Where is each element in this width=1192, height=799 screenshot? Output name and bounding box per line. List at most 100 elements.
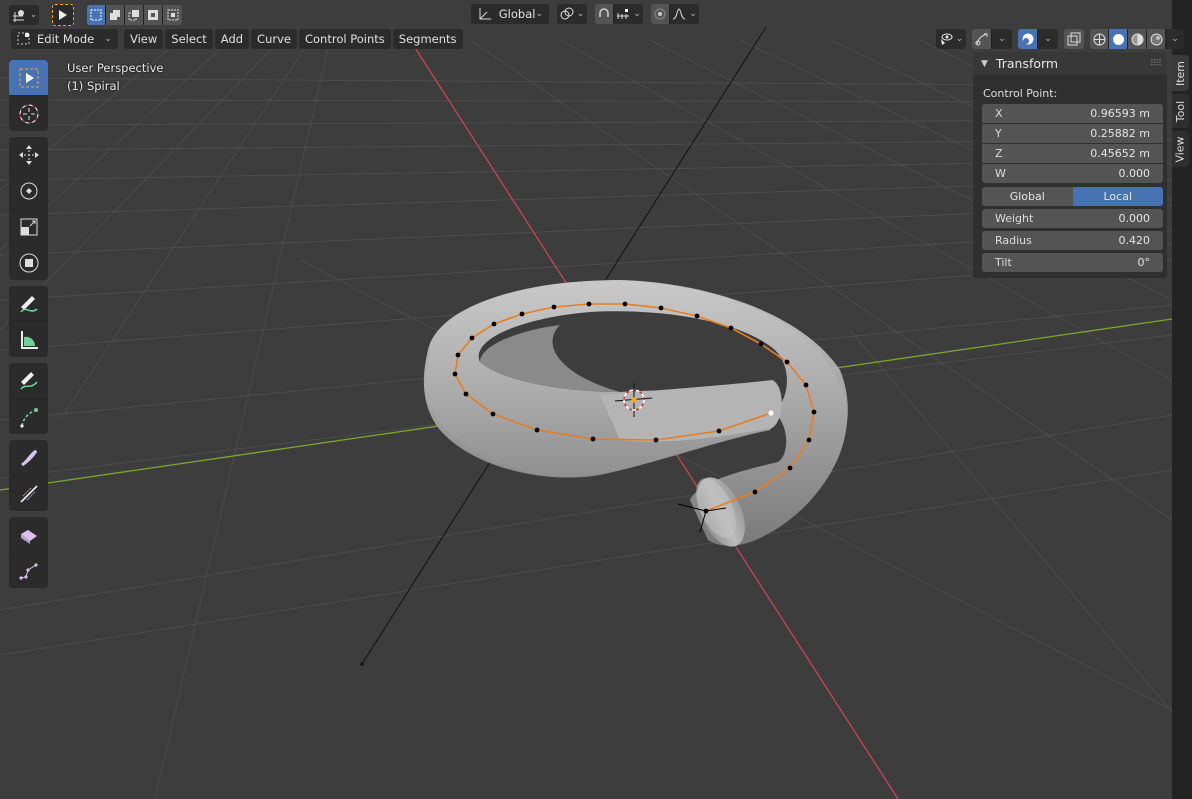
editor-type-button[interactable]: ⌄ xyxy=(9,5,39,25)
field-radius[interactable]: Radius 0.420 xyxy=(982,231,1163,250)
tool-tilt[interactable] xyxy=(9,476,48,511)
tool-rotate[interactable] xyxy=(9,173,48,209)
tool-scale[interactable] xyxy=(9,209,48,245)
field-radius-value: 0.420 xyxy=(1118,234,1151,247)
tab-view[interactable]: View xyxy=(1172,131,1189,167)
shading-material[interactable] xyxy=(1128,29,1147,49)
curve-pen-icon xyxy=(18,562,38,580)
proportional-edit-toggle[interactable] xyxy=(651,4,670,24)
transform-panel-header[interactable]: ▼ Transform ⠿⠿ xyxy=(973,52,1167,75)
tool-draw[interactable] xyxy=(9,363,48,399)
control-point[interactable] xyxy=(622,301,628,307)
drag-grip-icon[interactable]: ⠿⠿ xyxy=(1150,59,1162,69)
field-weight-label: Weight xyxy=(995,212,1034,225)
control-point[interactable] xyxy=(519,311,525,317)
overlays-dropdown[interactable]: ⌄ xyxy=(1038,29,1058,49)
control-point[interactable] xyxy=(787,465,793,471)
pivot-point-dropdown[interactable]: ⌄ xyxy=(557,4,587,24)
select-mode-intersect[interactable] xyxy=(163,5,182,25)
overlays-toggle[interactable] xyxy=(1018,29,1038,49)
transform-orientation-dropdown[interactable]: Global ⌄ xyxy=(471,4,549,24)
shading-dropdown[interactable]: ⌄ xyxy=(1166,29,1184,49)
control-point[interactable] xyxy=(803,382,809,388)
control-point[interactable] xyxy=(758,341,764,347)
shading-wireframe[interactable] xyxy=(1090,29,1109,49)
control-point[interactable] xyxy=(534,427,540,433)
menu-add[interactable]: Add xyxy=(214,29,250,49)
menu-view[interactable]: View xyxy=(124,29,164,49)
selectability-visibility-icon xyxy=(940,33,953,45)
falloff-dropdown[interactable]: ⌄ xyxy=(670,4,699,24)
field-z[interactable]: Z 0.45652 m xyxy=(982,144,1163,163)
select-mode-new[interactable] xyxy=(87,5,106,25)
control-point[interactable] xyxy=(551,304,557,310)
tool-extrude[interactable] xyxy=(9,399,48,434)
tool-move[interactable] xyxy=(9,137,48,173)
cursor-icon xyxy=(19,104,38,123)
tool-annotate[interactable] xyxy=(9,286,48,322)
field-weight[interactable]: Weight 0.000 xyxy=(982,209,1163,228)
field-weight-value: 0.000 xyxy=(1118,212,1151,225)
overlay-group: ⌄ xyxy=(1018,29,1058,49)
view-name-label: User Perspective xyxy=(67,61,164,75)
control-point[interactable] xyxy=(716,428,722,434)
field-w-label: W xyxy=(995,167,1006,180)
proportional-edit-icon xyxy=(654,8,666,20)
field-w[interactable]: W 0.000 xyxy=(982,164,1163,183)
tool-measure[interactable] xyxy=(9,322,48,357)
control-point[interactable] xyxy=(491,321,497,327)
viewport-header-right: ⌄ ⌄ ⌄ ⌄ xyxy=(936,29,1184,49)
field-y[interactable]: Y 0.25882 m xyxy=(982,124,1163,143)
field-tilt[interactable]: Tilt 0° xyxy=(982,253,1163,272)
xray-toggle[interactable] xyxy=(1064,29,1084,49)
tool-cursor[interactable] xyxy=(9,96,48,131)
tool-randomize[interactable] xyxy=(9,517,48,553)
select-tool-button[interactable] xyxy=(52,4,74,26)
field-x[interactable]: X 0.96593 m xyxy=(982,104,1163,123)
control-point[interactable] xyxy=(694,313,700,319)
space-local-button[interactable]: Local xyxy=(1072,187,1163,206)
control-point[interactable] xyxy=(463,391,469,397)
select-mode-subtract[interactable] xyxy=(125,5,144,25)
selectability-dropdown[interactable]: ⌄ xyxy=(936,29,966,49)
field-w-value: 0.000 xyxy=(1118,167,1151,180)
control-point[interactable] xyxy=(469,335,475,341)
menu-control-points[interactable]: Control Points xyxy=(298,29,391,49)
control-point[interactable] xyxy=(806,437,812,443)
snap-target-dropdown[interactable]: ⌄ xyxy=(614,4,643,24)
tool-radius[interactable] xyxy=(9,440,48,476)
tool-curve-pen[interactable] xyxy=(9,553,48,588)
rendered-sphere-icon xyxy=(1150,33,1162,45)
control-point[interactable] xyxy=(490,411,496,417)
tool-select-box[interactable] xyxy=(9,60,48,96)
menu-curve[interactable]: Curve xyxy=(251,29,297,49)
menu-segments[interactable]: Segments xyxy=(392,29,463,49)
cursor-arrow-icon xyxy=(59,10,67,20)
control-point[interactable] xyxy=(586,301,592,307)
subtract-icon xyxy=(128,10,139,21)
shading-rendered[interactable] xyxy=(1147,29,1166,49)
tool-transform[interactable] xyxy=(9,245,48,280)
control-point[interactable] xyxy=(455,352,461,358)
select-mode-extend[interactable] xyxy=(106,5,125,25)
control-point[interactable] xyxy=(811,409,817,415)
menu-select[interactable]: Select xyxy=(165,29,213,49)
shading-solid[interactable] xyxy=(1109,29,1128,49)
control-point[interactable] xyxy=(728,325,734,331)
transform-orientation-value: Global xyxy=(498,7,536,21)
select-mode-invert[interactable] xyxy=(144,5,163,25)
gizmo-toggle[interactable] xyxy=(972,29,992,49)
control-point[interactable] xyxy=(752,489,758,495)
control-point[interactable] xyxy=(658,305,664,311)
control-point[interactable] xyxy=(784,359,790,365)
gizmo-dropdown[interactable]: ⌄ xyxy=(992,29,1012,49)
mode-dropdown[interactable]: Edit Mode ⌄ xyxy=(11,29,118,49)
tab-item[interactable]: Item xyxy=(1172,55,1189,91)
control-point[interactable] xyxy=(653,437,659,443)
control-point[interactable] xyxy=(452,371,458,377)
space-global-button[interactable]: Global xyxy=(982,187,1073,206)
snap-group: ⌄ xyxy=(595,4,643,24)
tab-tool[interactable]: Tool xyxy=(1172,94,1189,128)
control-point[interactable] xyxy=(590,436,596,442)
snap-toggle[interactable] xyxy=(595,4,614,24)
